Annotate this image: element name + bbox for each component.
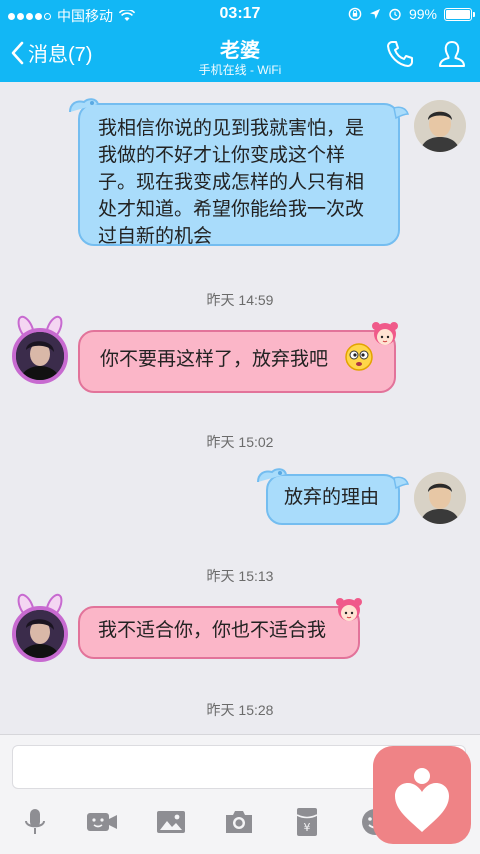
bubble-decoration-icon xyxy=(393,476,410,490)
message-timestamp: 昨天 15:02 xyxy=(206,434,274,450)
video-icon[interactable] xyxy=(85,805,119,839)
rotation-lock-icon xyxy=(348,7,362,21)
battery-fill xyxy=(446,9,470,19)
image-icon[interactable] xyxy=(154,805,188,839)
message-bubble-outgoing[interactable]: 我相信你说的见到我就害怕，是我做的不好才让你变成这个样子。现在我变成怎样的人只有… xyxy=(78,103,400,247)
red-packet-icon[interactable]: ¥ xyxy=(290,805,324,839)
message-timestamp: 昨天 15:28 xyxy=(206,702,274,718)
avatar-image xyxy=(16,332,64,380)
emoji-face-icon xyxy=(345,343,373,371)
message-timestamp: 昨天 15:13 xyxy=(206,568,274,584)
battery-percent: 99% xyxy=(408,6,437,22)
alarm-icon xyxy=(389,8,401,21)
message-bubble-incoming[interactable]: 我不适合你，你也不适合我 xyxy=(78,606,360,659)
message-text: 我相信你说的见到我就害怕，是我做的不好才让你变成这个样子。现在我变成怎样的人只有… xyxy=(98,118,365,247)
top-bar: 中国移动 03:17 99% 消息(7) 老婆 手机在线 - WiFi xyxy=(0,0,480,82)
sticker-girl-icon xyxy=(372,322,398,345)
phone-call-icon[interactable] xyxy=(384,38,416,70)
heart-floating-button[interactable] xyxy=(373,746,471,844)
svg-text:¥: ¥ xyxy=(304,821,311,834)
avatar-image xyxy=(16,610,64,658)
status-bar: 中国移动 03:17 99% xyxy=(0,0,480,28)
message-text: 你不要再这样了，放弃我吧 xyxy=(100,349,329,370)
my-avatar[interactable] xyxy=(414,472,466,524)
message-timestamp: 昨天 14:59 xyxy=(206,292,274,308)
message-text: 我不适合你，你也不适合我 xyxy=(98,620,327,641)
avatar-image xyxy=(414,472,466,524)
profile-icon[interactable] xyxy=(436,38,468,70)
sticker-girl-icon xyxy=(336,598,362,621)
bubble-decoration-icon xyxy=(257,468,287,483)
battery-icon xyxy=(444,7,475,21)
status-right: 99% xyxy=(348,6,475,22)
camera-icon[interactable] xyxy=(222,805,256,839)
bubble-decoration-icon xyxy=(393,106,410,120)
message-text: 放弃的理由 xyxy=(284,487,380,508)
avatar-image xyxy=(414,100,466,152)
heart-person-icon xyxy=(395,768,449,832)
bubble-decoration-icon xyxy=(69,98,99,113)
my-avatar[interactable] xyxy=(414,100,466,152)
microphone-icon[interactable] xyxy=(18,805,52,839)
contact-avatar[interactable] xyxy=(12,328,68,384)
contact-avatar[interactable] xyxy=(12,606,68,662)
location-icon xyxy=(369,9,380,19)
